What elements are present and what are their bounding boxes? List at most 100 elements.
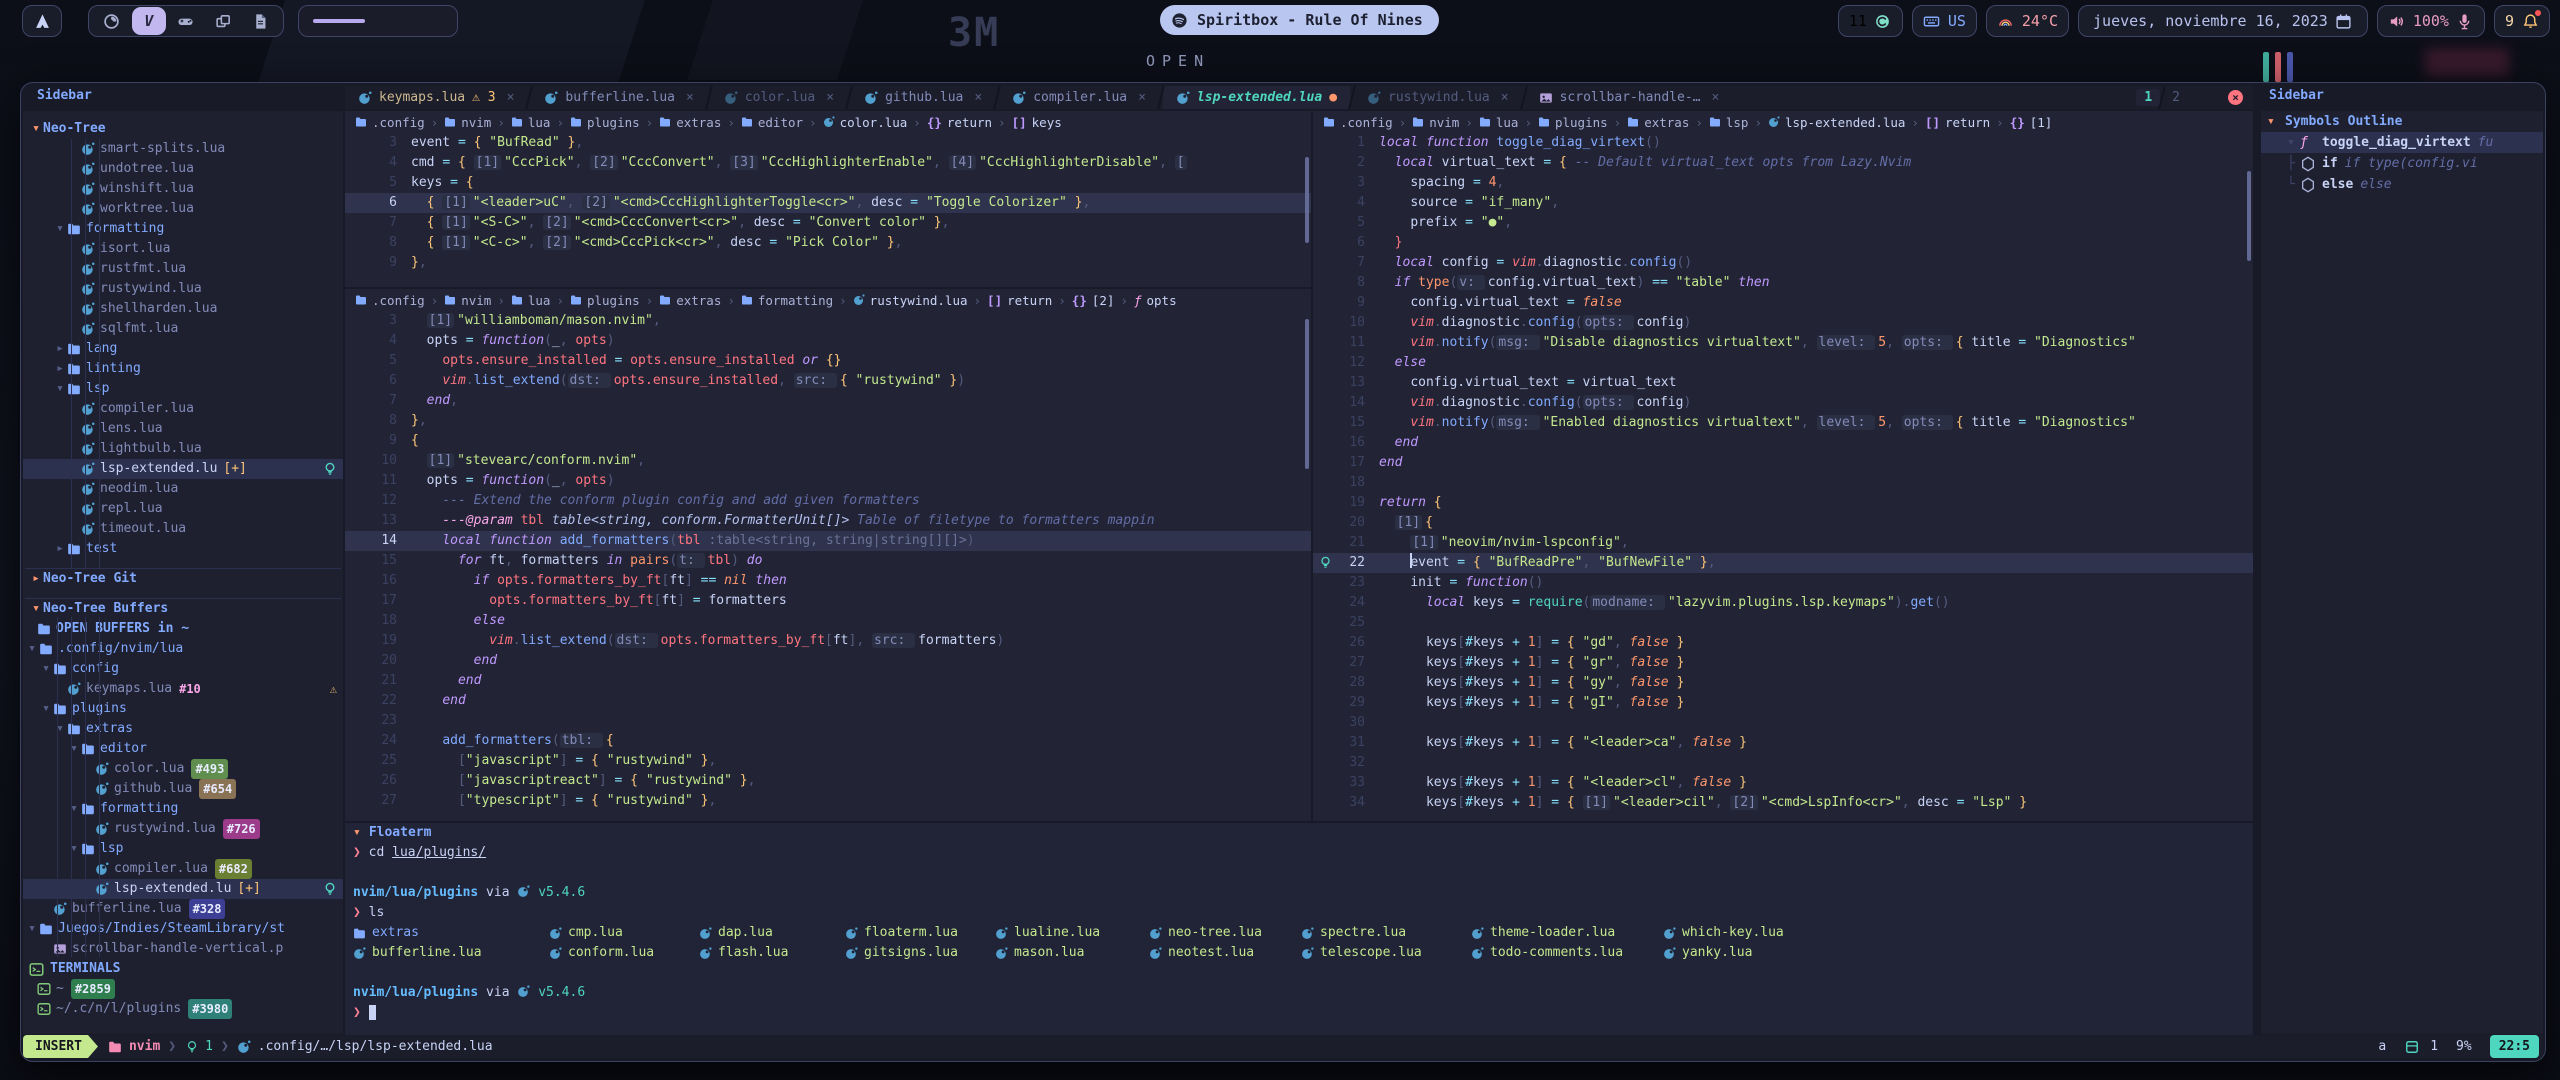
floaterm-header[interactable]: ▾Floaterm [345, 823, 2253, 843]
code-line[interactable]: 25 [1313, 613, 2253, 633]
code-line[interactable]: 11 opts = function(_, opts) [345, 471, 1311, 491]
neotree-section-neo-tree-buffers[interactable]: ▾Neo-Tree Buffers [23, 599, 343, 619]
terminal-line[interactable]: nvim/lua/plugins via v5.4.6 [345, 983, 2253, 1003]
terminal-line[interactable] [345, 963, 2253, 983]
code-line[interactable]: 3 [1]"williamboman/mason.nvim", [345, 311, 1311, 331]
neovim-icon[interactable]: V [132, 7, 166, 35]
code-line[interactable]: 5 opts.ensure_installed = opts.ensure_in… [345, 351, 1311, 371]
buffer-tab-compiler-lua[interactable]: compiler.lua× [999, 86, 1159, 109]
terminal-line[interactable]: ❯ [345, 1003, 2253, 1023]
code-line[interactable]: 21 [1]"neovim/nvim-lspconfig", [1313, 533, 2253, 553]
code-line[interactable]: 22 event = { "BufReadPre", "BufNewFile" … [1313, 553, 2253, 573]
code-line[interactable]: 13 config.virtual_text = virtual_text [1313, 373, 2253, 393]
code-line[interactable]: 3 spacing = 4, [1313, 173, 2253, 193]
code-line[interactable]: 18 [1313, 473, 2253, 493]
code-line[interactable]: 15 for ft, formatters in pairs(t: tbl) d… [345, 551, 1311, 571]
tabpage-number-1[interactable]: 1 [2136, 89, 2160, 106]
code-line[interactable]: 7 end, [345, 391, 1311, 411]
outline-item-else[interactable]: └elseelse [2261, 174, 2543, 195]
code-line[interactable]: 24 add_formatters(tbl: { [345, 731, 1311, 751]
code-line[interactable]: 12 --- Extend the conform plugin config … [345, 491, 1311, 511]
clock-widget[interactable]: jueves, noviembre 16, 2023 [2078, 5, 2368, 37]
code-line[interactable]: 13 ---@param tbl table<string, conform.F… [345, 511, 1311, 531]
code-line[interactable]: 32 [1313, 753, 2253, 773]
code-line[interactable]: 2 local virtual_text = { -- Default virt… [1313, 153, 2253, 173]
code-line[interactable]: 6 vim.list_extend(dst: opts.ensure_insta… [345, 371, 1311, 391]
code-line[interactable]: 30 [1313, 713, 2253, 733]
code-line[interactable]: 4 opts = function(_, opts) [345, 331, 1311, 351]
firefox-icon[interactable] [95, 7, 129, 35]
code-line[interactable]: 24 local keys = require(modname: "lazyvi… [1313, 593, 2253, 613]
updates-widget[interactable]: 11 [1838, 5, 1903, 37]
keyboard-layout-widget[interactable]: US [1912, 5, 1977, 37]
code-line[interactable]: 14 vim.diagnostic.config(opts: config) [1313, 393, 2253, 413]
gamepad-icon[interactable] [169, 7, 203, 35]
buffer-tab-lsp-extended-lua[interactable]: lsp-extended.lua● [1163, 86, 1350, 109]
code-line[interactable]: 18 else [345, 611, 1311, 631]
scrollbar-handle[interactable] [1305, 319, 1309, 469]
tree-item[interactable]: ~/.c/n/l/plugins#3980 [23, 999, 343, 1019]
code-line[interactable]: 10 [1]"stevearc/conform.nvim", [345, 451, 1311, 471]
buffer-tab-scrollbar-handle-[interactable]: scrollbar-handle-…× [1526, 86, 1733, 109]
code-line[interactable]: 19 vim.list_extend(dst: opts.formatters_… [345, 631, 1311, 651]
code-line[interactable]: 14 local function add_formatters(tbl :ta… [345, 531, 1311, 551]
terminal-line[interactable]: ❯ cd lua/plugins/ [345, 843, 2253, 863]
code-line[interactable]: 28 keys[#keys + 1] = { "gy", false } [1313, 673, 2253, 693]
code-line[interactable]: 12 else [1313, 353, 2253, 373]
tab-close-icon[interactable]: × [507, 90, 515, 105]
code-line[interactable]: 29 keys[#keys + 1] = { "gI", false } [1313, 693, 2253, 713]
tab-close-icon[interactable]: × [1501, 90, 1509, 105]
terminal-line[interactable]: nvim/lua/plugins via v5.4.6 [345, 883, 2253, 903]
scrollbar-handle[interactable] [2247, 171, 2251, 261]
code-line[interactable]: 3event = { "BufRead" }, [345, 133, 1311, 153]
code-line[interactable]: 27 ["typescript"] = { "rustywind" }, [345, 791, 1311, 811]
tabpage-number-2[interactable]: 2 [2164, 89, 2188, 106]
buffer-tab-rustywind-lua[interactable]: rustywind.lua× [1354, 86, 1522, 109]
code-line[interactable]: 5 prefix = "●", [1313, 213, 2253, 233]
tab-close-icon[interactable]: × [974, 90, 982, 105]
tree-item[interactable]: ~#2859 [23, 979, 343, 999]
tabpage-close-button[interactable]: × [2228, 90, 2243, 105]
buffer-tab-github-lua[interactable]: github.lua× [851, 86, 995, 109]
code-line[interactable]: 6 } [1313, 233, 2253, 253]
audio-widget[interactable]: 100% [2377, 5, 2485, 37]
code-line[interactable]: 10 vim.diagnostic.config(opts: config) [1313, 313, 2253, 333]
code-line[interactable]: 17end [1313, 453, 2253, 473]
code-line[interactable]: 1local function toggle_diag_virtext() [1313, 133, 2253, 153]
code-line[interactable]: 16 if opts.formatters_by_ft[ft] == nil t… [345, 571, 1311, 591]
terminal-line[interactable]: extrascmp.luadap.luafloaterm.lualualine.… [345, 923, 2253, 943]
code-line[interactable]: 20 end [345, 651, 1311, 671]
code-line[interactable]: 26 ["javascriptreact"] = { "rustywind" }… [345, 771, 1311, 791]
code-line[interactable]: 6 { [1]"<leader>uC", [2]"<cmd>CccHighlig… [345, 193, 1311, 213]
buffer-tab-bufferline-lua[interactable]: bufferline.lua× [531, 86, 706, 109]
code-line[interactable]: 8 if type(v: config.virtual_text) == "ta… [1313, 273, 2253, 293]
code-line[interactable]: 31 keys[#keys + 1] = { "<leader>ca", fal… [1313, 733, 2253, 753]
code-line[interactable]: 9{ [345, 431, 1311, 451]
buffer-tab-keymaps-lua[interactable]: keymaps.lua⚠ 3× [345, 86, 527, 109]
code-line[interactable]: 25 ["javascript"] = { "rustywind" }, [345, 751, 1311, 771]
neotree-section-terminals[interactable]: TERMINALS [23, 959, 343, 979]
code-line[interactable]: 21 end [345, 671, 1311, 691]
code-line[interactable]: 27 keys[#keys + 1] = { "gr", false } [1313, 653, 2253, 673]
code-line[interactable]: 8}, [345, 411, 1311, 431]
code-line[interactable]: 34 keys[#keys + 1] = { [1]"<leader>cil",… [1313, 793, 2253, 813]
tab-close-icon[interactable]: × [686, 90, 694, 105]
code-line[interactable]: 9}, [345, 253, 1311, 273]
scrollbar-handle[interactable] [1305, 157, 1309, 243]
terminal-line[interactable]: ❯ ls [345, 903, 2253, 923]
code-line[interactable]: 5keys = { [345, 173, 1311, 193]
code-line[interactable]: 8 { [1]"<C-c>", [2]"<cmd>CccPick<cr>", d… [345, 233, 1311, 253]
neotree-section-neo-tree-git[interactable]: ▸Neo-Tree Git [23, 569, 343, 589]
code-line[interactable]: 16 end [1313, 433, 2253, 453]
symbols-outline-header[interactable]: ▾ Symbols Outline [2261, 111, 2543, 132]
code-line[interactable]: 33 keys[#keys + 1] = { "<leader>cl", fal… [1313, 773, 2253, 793]
music-widget[interactable]: Spiritbox - Rule Of Nines [1160, 5, 1439, 35]
terminal-line[interactable]: bufferline.luaconform.luaflash.luagitsig… [345, 943, 2253, 963]
code-line[interactable]: 17 opts.formatters_by_ft[ft] = formatter… [345, 591, 1311, 611]
code-line[interactable]: 9 config.virtual_text = false [1313, 293, 2253, 313]
player-progress-widget[interactable] [298, 5, 458, 37]
code-line[interactable]: 20 [1]{ [1313, 513, 2253, 533]
code-line[interactable]: 22 end [345, 691, 1311, 711]
code-line[interactable]: 26 keys[#keys + 1] = { "gd", false } [1313, 633, 2253, 653]
code-line[interactable]: 7 { [1]"<S-C>", [2]"<cmd>CccConvert<cr>"… [345, 213, 1311, 233]
